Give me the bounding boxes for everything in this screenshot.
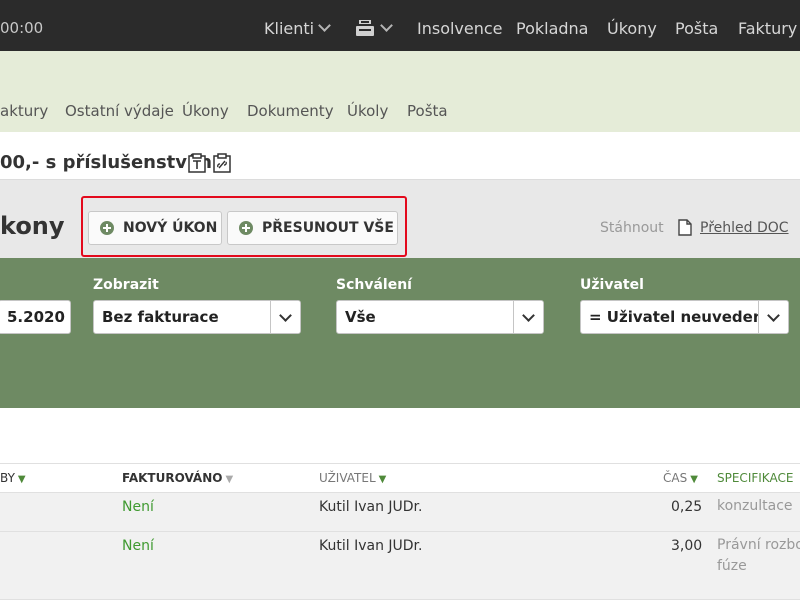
column-header-invoiced[interactable]: FAKTUROVÁNO ▼	[122, 471, 233, 485]
spec-cell: konzultace	[717, 498, 793, 514]
section-title: kony	[0, 212, 65, 240]
time-cell: 3,00	[671, 538, 703, 554]
document-text-icon[interactable]	[188, 153, 206, 173]
highlight-box	[81, 196, 407, 257]
chevron-down-icon	[380, 19, 393, 32]
subnav-documents[interactable]: Dokumenty	[247, 102, 334, 120]
spec-cell: Právní rozbo fúze	[717, 537, 800, 574]
column-header-user-label: UŽIVATEL	[319, 471, 376, 485]
chevron-down-icon[interactable]	[758, 301, 788, 333]
nav-clients-label: Klienti	[264, 19, 315, 38]
column-header-col1[interactable]: BY ▼	[0, 471, 26, 485]
show-filter-value: Bez fakturace	[102, 308, 219, 326]
date-filter-value: 5.2020	[7, 308, 65, 326]
doc-overview-link[interactable]: Přehled DOC	[700, 220, 789, 236]
column-header-col1-label: BY	[0, 471, 15, 485]
case-title: 00,- s příslušenstvím	[0, 152, 212, 173]
user-cell: Kutil Ivan JUDr.	[319, 499, 423, 515]
download-label: Stáhnout	[600, 220, 664, 236]
chevron-down-icon[interactable]	[513, 301, 543, 333]
sort-down-icon: ▼	[690, 474, 698, 485]
subnav-tasks[interactable]: Úkoly	[347, 102, 388, 120]
user-filter-label: Uživatel	[580, 277, 644, 293]
sort-down-icon: ▼	[378, 474, 387, 485]
subnav-other-expenses[interactable]: Ostatní výdaje	[65, 102, 174, 120]
approval-filter-label: Schválení	[336, 277, 412, 293]
clock: 00:00	[0, 19, 44, 37]
cash-register-dropdown[interactable]	[376, 19, 393, 38]
subnav-invoices[interactable]: aktury	[0, 102, 48, 120]
user-filter-value: = Uživatel neuveden =	[589, 308, 782, 326]
nav-mail[interactable]: Pošta	[675, 19, 718, 38]
date-filter-input[interactable]: 5.2020	[0, 300, 71, 334]
invoiced-cell: Není	[122, 538, 154, 554]
sort-down-icon: ▼	[225, 474, 234, 485]
chevron-down-icon[interactable]	[270, 301, 300, 333]
nav-acts[interactable]: Úkony	[607, 19, 657, 38]
chevron-down-icon	[318, 19, 331, 32]
time-cell: 0,25	[671, 499, 703, 515]
show-filter-select[interactable]: Bez fakturace	[93, 300, 301, 334]
document-link-icon[interactable]	[213, 153, 231, 173]
nav-clients[interactable]: Klienti	[264, 19, 331, 38]
column-header-invoiced-label: FAKTUROVÁNO	[122, 471, 223, 485]
column-header-time[interactable]: ČAS ▼	[663, 471, 698, 485]
subnav-acts[interactable]: Úkony	[182, 102, 229, 120]
invoiced-cell: Není	[122, 499, 154, 515]
approval-filter-select[interactable]: Vše	[336, 300, 544, 334]
column-header-user[interactable]: UŽIVATEL ▼	[319, 471, 386, 485]
user-cell: Kutil Ivan JUDr.	[319, 538, 423, 554]
approval-filter-value: Vše	[345, 308, 376, 326]
cash-register-icon[interactable]	[356, 20, 374, 36]
nav-insolvency[interactable]: Insolvence	[417, 19, 503, 38]
user-filter-select[interactable]: = Uživatel neuveden =	[580, 300, 789, 334]
nav-invoices[interactable]: Faktury	[738, 19, 797, 38]
file-icon	[678, 219, 692, 236]
column-header-spec[interactable]: SPECIFIKACE	[717, 471, 793, 485]
subnav-mail[interactable]: Pošta	[407, 102, 448, 120]
sort-down-icon: ▼	[17, 474, 26, 485]
column-header-time-label: ČAS	[663, 471, 688, 485]
show-filter-label: Zobrazit	[93, 277, 159, 293]
nav-cashbox[interactable]: Pokladna	[516, 19, 588, 38]
